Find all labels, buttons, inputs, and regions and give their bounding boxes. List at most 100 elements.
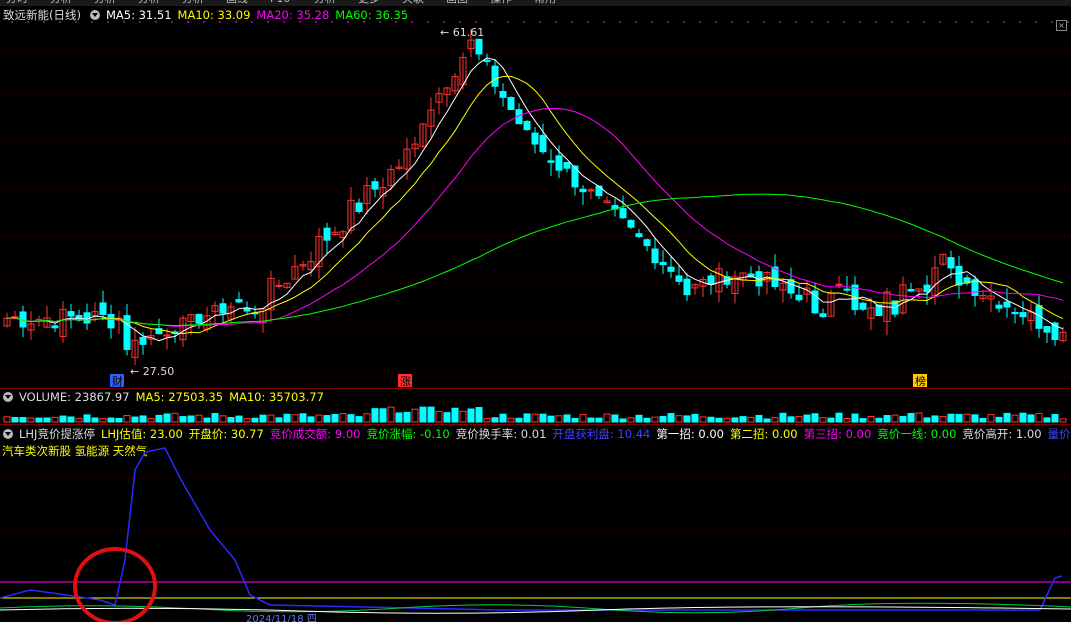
candle-body — [819, 313, 827, 318]
volume-bar — [651, 416, 659, 423]
pivot-dot — [379, 21, 381, 23]
volume-bar — [419, 406, 427, 423]
volume-bar — [227, 417, 235, 423]
pivot-dot — [987, 21, 989, 23]
pivot-dot — [555, 21, 557, 23]
pivot-dot — [651, 21, 653, 23]
volume-bar — [643, 417, 651, 423]
candle-body — [355, 202, 363, 212]
candle-body — [1019, 312, 1027, 318]
volume-bar — [11, 416, 19, 423]
volume-bar — [883, 415, 891, 423]
candle-body — [635, 233, 643, 238]
volume-bar — [251, 417, 259, 423]
pivot-dot — [971, 21, 973, 23]
pivot-dot — [875, 21, 877, 23]
candle-body — [955, 265, 963, 286]
candle-body — [483, 59, 491, 62]
volume-bar — [107, 417, 115, 423]
volume-bar — [1059, 418, 1067, 423]
volume-bar — [595, 417, 603, 423]
volume-bar — [67, 416, 75, 423]
volume-bar — [907, 412, 915, 423]
volume-bar — [339, 413, 347, 423]
pivot-dot — [859, 21, 861, 23]
candle-body — [787, 279, 795, 294]
volume-bar — [1035, 412, 1043, 423]
volume-bar — [635, 414, 643, 423]
pivot-dot — [347, 21, 349, 23]
volume-bar — [307, 416, 315, 423]
pivot-dot — [91, 21, 93, 23]
candle-body — [323, 227, 331, 241]
pivot-dot — [907, 21, 909, 23]
volume-bar — [323, 415, 331, 423]
volume-bar — [139, 415, 147, 423]
pivot-dot — [283, 21, 285, 23]
volume-bar — [203, 417, 211, 423]
pivot-dot — [187, 21, 189, 23]
pivot-dot — [539, 21, 541, 23]
volume-bar — [371, 408, 379, 423]
pivot-dot — [59, 21, 61, 23]
pivot-dot — [1003, 21, 1005, 23]
volume-bar — [1051, 413, 1059, 423]
volume-bar — [723, 417, 731, 423]
volume-bar — [667, 413, 675, 423]
volume-bar — [219, 415, 227, 423]
candle-body — [235, 299, 243, 303]
volume-bar — [275, 417, 283, 423]
volume-bar — [859, 418, 867, 423]
pivot-dot — [731, 21, 733, 23]
volume-bar — [1003, 412, 1011, 423]
volume-bar — [627, 417, 635, 423]
low-price-label: ← 27.50 — [130, 365, 174, 378]
pivot-dot — [43, 21, 45, 23]
volume-bar — [91, 417, 99, 423]
volume-bar — [363, 413, 371, 423]
volume-bar — [779, 412, 787, 423]
candle-body — [67, 311, 75, 317]
volume-bar — [299, 413, 307, 423]
candle-body — [107, 313, 115, 329]
candle-body — [619, 208, 627, 219]
pivot-dot — [619, 21, 621, 23]
volume-bar — [283, 413, 291, 423]
volume-bar — [75, 417, 83, 423]
pivot-dot — [1051, 21, 1053, 23]
pivot-dot — [1019, 21, 1021, 23]
volume-bar — [35, 417, 43, 423]
high-price-label: ← 61.61 — [440, 26, 484, 39]
volume-bar — [875, 417, 883, 423]
volume-bar — [899, 415, 907, 423]
volume-bar — [1043, 417, 1051, 423]
volume-bar — [531, 413, 539, 423]
volume-bar — [1019, 412, 1027, 423]
volume-bar — [795, 416, 803, 423]
candle-body — [627, 219, 635, 228]
candle-body — [587, 189, 595, 192]
volume-bar — [379, 408, 387, 423]
marker-text: 涨 — [400, 375, 411, 388]
pivot-dot — [571, 21, 573, 23]
volume-bar — [675, 415, 683, 423]
volume-bar — [483, 417, 491, 423]
candle-body — [139, 336, 147, 345]
volume-bar — [811, 413, 819, 423]
volume-bar — [587, 417, 595, 423]
pivot-dot — [363, 21, 365, 23]
candle-body — [595, 185, 603, 197]
volume-bar — [611, 414, 619, 423]
volume-bar — [555, 415, 563, 423]
volume-bar — [179, 416, 187, 423]
volume-bar — [459, 410, 467, 423]
pivot-dot — [955, 21, 957, 23]
pivot-dot — [795, 21, 797, 23]
pivot-dot — [443, 21, 445, 23]
volume-bar — [3, 416, 11, 423]
candle-body — [563, 162, 571, 169]
volume-bar — [851, 413, 859, 423]
pivot-dot — [475, 21, 477, 23]
volume-bar — [499, 413, 507, 423]
pivot-dot — [491, 21, 493, 23]
